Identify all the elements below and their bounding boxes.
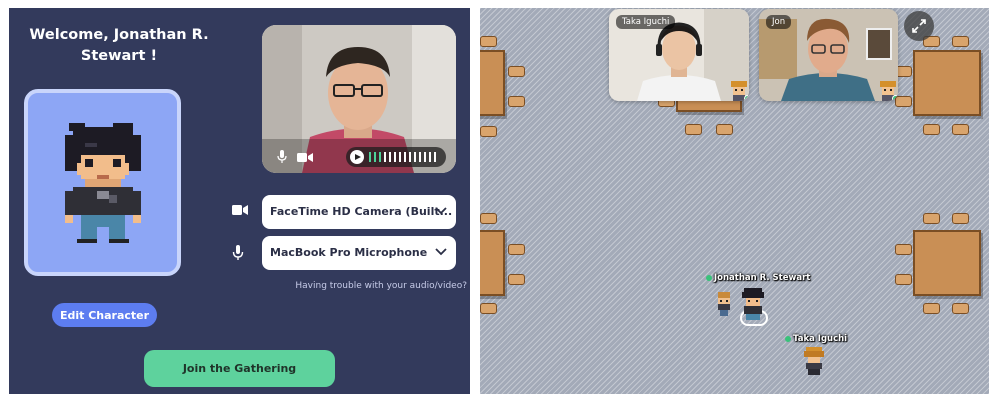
video-tile-jon[interactable]: Jon [759, 9, 898, 101]
chair [685, 124, 702, 135]
player-name: Jonathan R. Stewart [714, 273, 811, 283]
microphone-selector-row: MacBook Pro Microphone [232, 236, 457, 270]
online-status-icon [744, 95, 749, 101]
welcome-title: Welcome, Jonathan R. Stewart ! [29, 27, 209, 64]
join-gathering-button[interactable]: Join the Gathering [144, 350, 335, 387]
player-sprite-companion[interactable] [716, 292, 732, 316]
table [480, 230, 505, 296]
player-sprite-taka[interactable] [804, 347, 824, 375]
game-map[interactable]: Taka Iguchi Jon Jonathan R. Stewart Taka… [480, 8, 989, 394]
camera-selector-row: FaceTime HD Camera (Built... [232, 195, 457, 229]
avatar-preview-card [24, 89, 181, 276]
mic-level-bar [374, 152, 376, 162]
chair [895, 244, 912, 255]
chair [923, 213, 940, 224]
player-name-label: Taka Iguchi [785, 334, 847, 344]
mic-level-bar [414, 152, 416, 162]
play-icon[interactable] [350, 150, 364, 164]
edit-character-button[interactable]: Edit Character [52, 303, 157, 327]
chair [952, 124, 969, 135]
chair [923, 124, 940, 135]
online-status-icon [785, 335, 791, 342]
expand-icon [912, 19, 926, 33]
camera-select[interactable]: FaceTime HD Camera (Built... [262, 195, 456, 229]
chair [508, 244, 525, 255]
online-status-icon [706, 274, 712, 281]
chair [480, 303, 497, 314]
mic-level-bar [434, 152, 436, 162]
av-trouble-link[interactable]: Having trouble with your audio/video? [267, 281, 467, 291]
chair [508, 66, 525, 77]
expand-videos-button[interactable] [904, 11, 934, 41]
video-tile-name: Jon [766, 15, 792, 29]
microphone-select-value: MacBook Pro Microphone [270, 246, 428, 259]
mic-level-bar [409, 152, 411, 162]
chair [923, 303, 940, 314]
mic-icon[interactable] [277, 150, 287, 164]
microphone-icon [232, 245, 244, 260]
chair [480, 126, 497, 137]
mic-level-bar [369, 152, 371, 162]
mic-level-bar [419, 152, 421, 162]
player-name: Taka Iguchi [793, 334, 848, 344]
mic-level-bar [394, 152, 396, 162]
chevron-down-icon [435, 248, 447, 256]
chair [508, 96, 525, 107]
online-status-icon [892, 95, 898, 101]
mic-level-bar [404, 152, 406, 162]
chair [508, 274, 525, 285]
character-avatar [65, 123, 141, 243]
mic-level-bar [399, 152, 401, 162]
lobby-panel: Welcome, Jonathan R. Stewart ! Edit Char… [9, 8, 470, 394]
chair [480, 213, 497, 224]
mic-level-bar [429, 152, 431, 162]
mic-level-bar [384, 152, 386, 162]
table [913, 230, 981, 296]
chair [952, 36, 969, 47]
chair [716, 124, 733, 135]
preview-controls [262, 139, 456, 173]
camera-select-value: FaceTime HD Camera (Built... [270, 205, 453, 218]
mic-level-bar [379, 152, 381, 162]
microphone-select[interactable]: MacBook Pro Microphone [262, 236, 456, 270]
camera-icon [232, 205, 248, 215]
mic-level-bar [424, 152, 426, 162]
audio-test-pill[interactable] [346, 147, 446, 167]
chair [480, 36, 497, 47]
self-video-preview [262, 25, 456, 173]
chair [895, 274, 912, 285]
table [913, 50, 981, 116]
video-tile-taka[interactable]: Taka Iguchi [609, 9, 749, 101]
camera-icon[interactable] [297, 152, 313, 163]
player-name-label: Jonathan R. Stewart [706, 273, 810, 283]
video-tile-name: Taka Iguchi [616, 15, 676, 29]
chair [952, 213, 969, 224]
player-sprite-self[interactable] [742, 288, 764, 322]
chair [952, 303, 969, 314]
mic-level-bar [389, 152, 391, 162]
mic-level-meter [369, 152, 436, 162]
chevron-down-icon [435, 207, 447, 215]
table [480, 50, 505, 116]
